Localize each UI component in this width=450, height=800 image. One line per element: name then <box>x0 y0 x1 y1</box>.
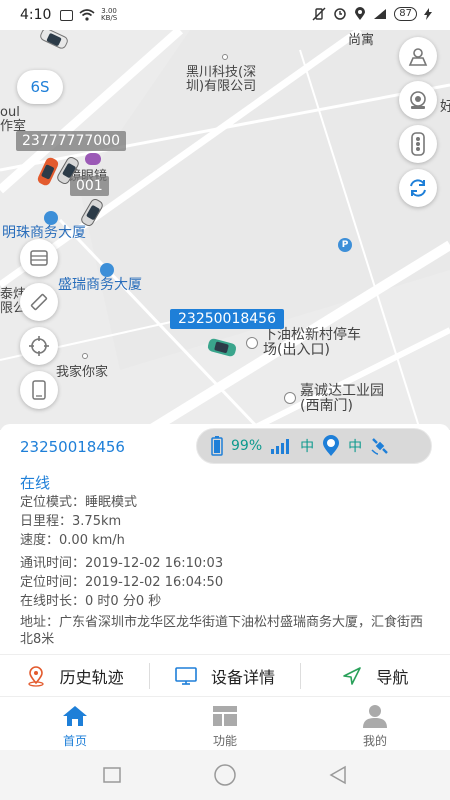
street-view-button[interactable] <box>399 81 437 119</box>
signal-bars-icon <box>271 439 290 454</box>
building-icon <box>44 211 58 225</box>
navigation-arrow-icon <box>343 666 362 685</box>
vehicle-tag[interactable]: 23777777000 <box>16 131 126 151</box>
camera-icon <box>410 91 426 109</box>
person-pin-icon <box>408 48 428 66</box>
device-address: 地址：广东省深圳市龙华区龙华街道下油松村盛瑞商务大厦，汇食街西北8米 <box>20 615 424 647</box>
map-label: 好 <box>440 99 450 115</box>
map-label: (西南门) <box>300 398 353 414</box>
monitor-icon <box>175 666 197 685</box>
location-icon <box>355 7 366 20</box>
back-icon[interactable] <box>329 765 346 785</box>
map-label: oul <box>0 105 20 120</box>
map-label: 场(出入口) <box>263 342 330 358</box>
map-label: 尚寓 <box>348 33 375 48</box>
home-circle-icon[interactable] <box>214 764 236 786</box>
battery-indicator: 87 <box>394 7 417 21</box>
map-label: 明珠商务大厦 <box>2 225 86 241</box>
map-label: 圳)有限公司 <box>186 79 257 94</box>
wifi-icon <box>79 9 95 21</box>
history-track-button[interactable]: 历史轨迹 <box>0 663 149 689</box>
poi-marker-icon <box>85 153 101 165</box>
locate-phone-button[interactable] <box>20 371 58 409</box>
signal-icon <box>374 9 387 19</box>
action-bar: 历史轨迹 设备详情 导航 <box>0 654 450 696</box>
refresh-icon <box>410 179 426 197</box>
poi-marker-icon <box>222 54 228 60</box>
gps-icon <box>323 435 340 456</box>
charging-icon <box>424 8 432 20</box>
home-icon <box>63 706 87 726</box>
grid-icon <box>213 706 237 726</box>
signal-level: 中 <box>300 439 315 455</box>
traffic-light-icon <box>411 132 425 156</box>
vehicle-tag[interactable]: 001 <box>70 176 109 196</box>
map-label: 下油松新村停车 <box>263 327 361 343</box>
device-id: 23250018456 <box>20 438 125 456</box>
nav-home[interactable]: 首页 <box>0 697 150 750</box>
info-row-speed: 速度：0.00 km/h <box>20 533 125 548</box>
recents-icon[interactable] <box>103 767 121 783</box>
satellite-icon <box>371 438 388 455</box>
map-layer-button[interactable] <box>20 239 58 277</box>
poi-marker-icon <box>284 392 296 404</box>
nav-mine[interactable]: 我的 <box>300 697 450 750</box>
device-signal-status: 99% 中 中 <box>196 428 432 464</box>
device-details-button[interactable]: 设备详情 <box>149 662 299 689</box>
map-label: 盛瑞商务大厦 <box>58 277 142 293</box>
vehicle-tag-selected[interactable]: 23250018456 <box>170 309 284 329</box>
map-label: 嘉诚达工业园 <box>300 383 384 399</box>
user-icon <box>363 705 387 728</box>
history-pin-icon <box>28 665 44 687</box>
ruler-button[interactable] <box>20 283 58 321</box>
info-row-locate-time: 定位时间：2019-12-02 16:04:50 <box>20 575 224 590</box>
crosshair-icon <box>29 336 49 356</box>
network-speed: 3.00 KB/S <box>101 7 118 22</box>
parking-entrance-icon <box>246 337 258 349</box>
my-location-button[interactable] <box>399 37 437 75</box>
info-row-comm-time: 通讯时间：2019-12-02 16:10:03 <box>20 556 224 571</box>
ruler-icon <box>30 293 48 311</box>
traffic-button[interactable] <box>399 125 437 163</box>
vibrate-icon <box>312 7 326 21</box>
info-row-online-duration: 在线时长：0 时0 分0 秒 <box>20 594 162 609</box>
map-view[interactable]: 尚寓 黑川科技(深 圳)有限公司 oul 作室 镜眼镜 明珠商务大厦 盛瑞商务大… <box>0 30 450 430</box>
navigate-button[interactable]: 导航 <box>299 662 450 689</box>
gps-level: 中 <box>348 439 363 455</box>
locate-device-button[interactable] <box>20 327 58 365</box>
building-icon <box>100 263 114 277</box>
online-status: 在线 <box>20 474 51 492</box>
map-label: 黑川科技(深 <box>186 65 257 80</box>
nav-functions[interactable]: 功能 <box>150 697 300 750</box>
phone-icon <box>32 380 46 400</box>
info-row-mode: 定位模式：睡眠模式 <box>20 495 138 510</box>
status-time: 4:10 <box>20 7 52 23</box>
refresh-button[interactable] <box>399 169 437 207</box>
parking-icon: P <box>338 238 352 252</box>
alarm-icon <box>334 8 347 20</box>
system-nav-buttons <box>103 764 346 786</box>
zoom-level-chip[interactable]: 6S <box>17 70 63 104</box>
layers-icon <box>30 250 48 266</box>
poi-marker-icon <box>82 353 88 359</box>
notification-icon <box>60 9 73 21</box>
battery-icon <box>211 436 223 456</box>
status-bar: 4:10 3.00 KB/S 87 <box>0 0 450 30</box>
info-row-mileage: 日里程：3.75km <box>20 514 122 529</box>
bottom-navigation: 首页 功能 我的 <box>0 696 450 750</box>
map-label: 我家你家 <box>56 365 109 380</box>
battery-percent: 99% <box>231 438 263 454</box>
system-navigation-bar <box>0 750 450 800</box>
device-info-panel: 23250018456 99% 中 中 在线 定位模式：睡眠模式 日里程：3.7… <box>0 424 450 696</box>
